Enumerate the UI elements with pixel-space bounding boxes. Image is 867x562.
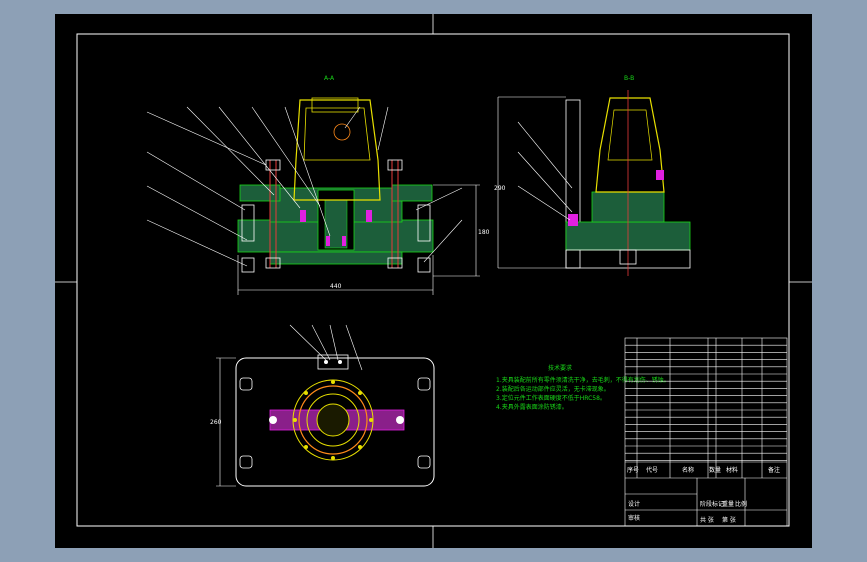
col-seq: 序号 xyxy=(627,466,639,474)
tb-stage: 阶段标记 xyxy=(700,500,724,508)
tb-scale: 比例 xyxy=(735,500,747,508)
drawing-sheet[interactable]: A-A 440 180 B-B 290 260 技术要求 1.夹具装配前所有零件… xyxy=(0,0,867,562)
notes-line-1: 1.夹具装配前所有零件须清洗干净，去毛刺，不得有划伤、锈蚀。 xyxy=(496,376,670,384)
cad-viewer: A-A 440 180 B-B 290 260 技术要求 1.夹具装配前所有零件… xyxy=(0,0,867,562)
tb-sheets: 共 张 xyxy=(700,516,714,524)
tb-sheet: 第 张 xyxy=(722,516,736,524)
col-remark: 备注 xyxy=(768,466,780,474)
tb-design: 设计 xyxy=(628,500,640,508)
col-code: 代号 xyxy=(646,466,658,474)
col-qty: 数量 xyxy=(709,466,721,474)
section-a-title: A-A xyxy=(324,75,335,82)
col-material: 材料 xyxy=(726,466,738,474)
notes-title: 技术要求 xyxy=(548,364,572,372)
tb-weight: 重量 xyxy=(722,500,734,508)
col-name: 名称 xyxy=(682,466,694,474)
notes-line-3: 3.定位元件工作表面硬度不低于HRC58。 xyxy=(496,394,606,402)
tb-review: 审核 xyxy=(628,514,640,522)
section-b-title: B-B xyxy=(624,75,634,82)
notes-line-4: 4.夹具外露表面涂防锈漆。 xyxy=(496,403,568,411)
dim-width-main: 440 xyxy=(330,283,342,290)
dim-height-side: 290 xyxy=(494,185,506,192)
dim-width-top: 260 xyxy=(210,419,222,426)
notes-line-2: 2.装配后各运动部件应灵活，无卡滞现象。 xyxy=(496,385,610,393)
dim-height-main: 180 xyxy=(478,229,490,236)
